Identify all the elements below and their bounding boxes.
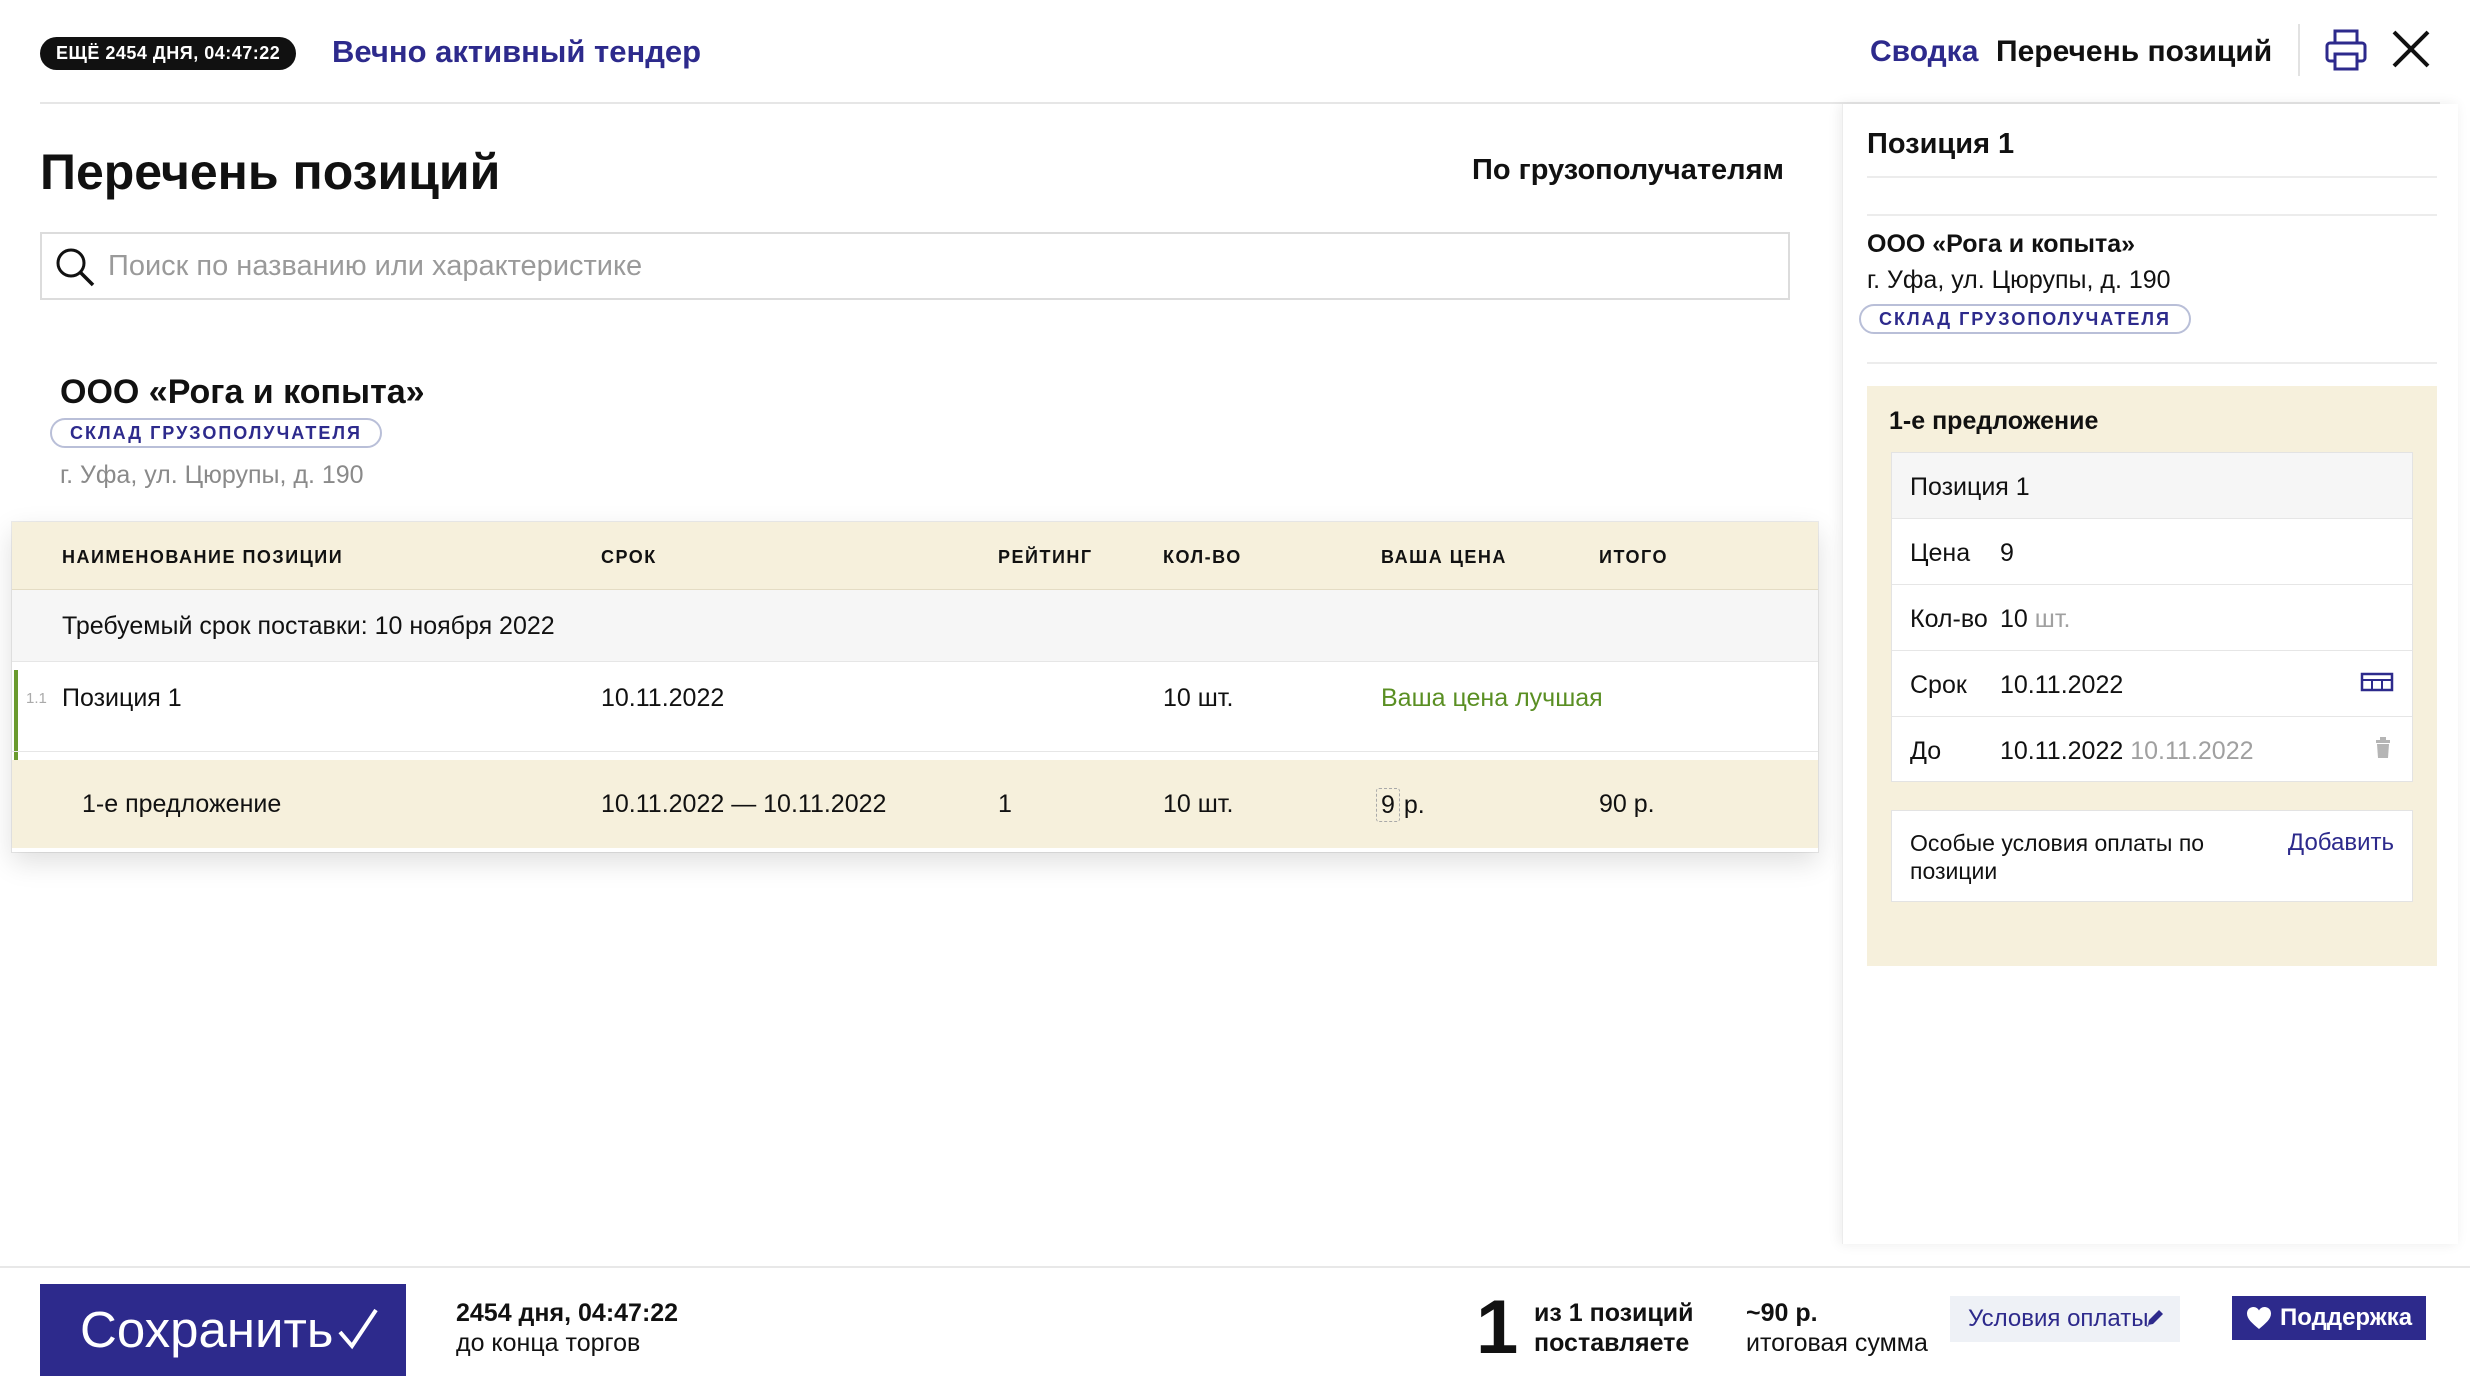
offer-price-unit: р. xyxy=(1403,791,1425,819)
consignee-name: ООО «Рога и копыта» xyxy=(60,373,425,411)
row-number: 1.1 xyxy=(26,690,47,707)
consignee-address: г. Уфа, ул. Цюрупы, д. 190 xyxy=(60,461,364,489)
top-bar: ЕЩЁ 2454 ДНЯ, 04:47:22 Вечно активный те… xyxy=(40,0,2440,104)
total-sum: ~90 р. xyxy=(1746,1299,1818,1327)
consignee-tag: СКЛАД ГРУЗОПОЛУЧАТЕЛЯ xyxy=(50,418,382,448)
qty-label: Кол-во xyxy=(1910,605,1988,633)
column-header-price: ВАША ЦЕНА xyxy=(1381,547,1507,567)
table-row-offer[interactable]: 1-е предложение 10.11.2022 — 10.11.2022 … xyxy=(12,760,1818,848)
add-payment-terms-link[interactable]: Добавить xyxy=(2288,829,2394,857)
offer-date-range: 10.11.2022 — 10.11.2022 xyxy=(601,790,887,818)
qty-unit: шт. xyxy=(2034,605,2071,633)
offer-price: 9 р. xyxy=(1376,788,1425,822)
total-sum-caption: итоговая сумма xyxy=(1746,1329,1928,1357)
offer-total: 90 р. xyxy=(1599,790,1655,818)
until-input[interactable]: 10.11.2022 xyxy=(2000,737,2123,765)
delivery-term-label: Требуемый срок поставки: 10 ноября 2022 xyxy=(62,612,555,640)
panel-consignee-name: ООО «Рога и копыта» xyxy=(1867,230,2136,258)
supplied-count-caption: поставляете xyxy=(1534,1329,1690,1357)
trash-icon[interactable] xyxy=(2374,737,2392,759)
column-header-name: НАИМЕНОВАНИЕ ПОЗИЦИИ xyxy=(62,547,344,567)
until-field[interactable]: До 10.11.2022 10.11.2022 xyxy=(1892,717,2412,783)
position-details-panel: Позиция 1 ООО «Рога и копыта» г. Уфа, ул… xyxy=(1842,104,2458,1244)
column-header-qty: КОЛ-ВО xyxy=(1163,547,1242,567)
delivery-section-row: Требуемый срок поставки: 10 ноября 2022 xyxy=(12,590,1818,662)
special-payment-terms: Особые условия оплаты по позиции Добавит… xyxy=(1891,810,2413,902)
term-field[interactable]: Срок 10.11.2022 xyxy=(1892,651,2412,717)
positions-table: НАИМЕНОВАНИЕ ПОЗИЦИИ СРОК РЕЙТИНГ КОЛ-ВО… xyxy=(12,522,1818,852)
best-price-note: Ваша цена лучшая xyxy=(1381,684,1603,712)
divider xyxy=(1867,176,2437,178)
price-field[interactable]: Цена 9 xyxy=(1892,519,2412,585)
offer-position-row: Позиция 1 xyxy=(1892,453,2412,519)
payment-terms-button[interactable]: Условия оплаты xyxy=(1950,1296,2180,1342)
divider xyxy=(2298,24,2300,76)
bottom-bar: Сохранить 2454 дня, 04:47:22 до конца то… xyxy=(0,1266,2470,1384)
offer-card-title: 1-е предложение xyxy=(1889,407,2099,435)
qty-field[interactable]: Кол-во 10 шт. xyxy=(1892,585,2412,651)
table-header: НАИМЕНОВАНИЕ ПОЗИЦИИ СРОК РЕЙТИНГ КОЛ-ВО… xyxy=(12,522,1818,590)
position-date: 10.11.2022 xyxy=(601,684,725,712)
nav-positions-tab[interactable]: Перечень позиций xyxy=(1996,32,2272,72)
until-value[interactable]: 10.11.2022 10.11.2022 xyxy=(2000,735,2254,767)
calendar-icon[interactable] xyxy=(2360,671,2394,693)
deadline-caption: до конца торгов xyxy=(456,1329,641,1357)
nav-summary-link[interactable]: Сводка xyxy=(1870,32,1978,72)
offer-name: 1-е предложение xyxy=(82,790,282,818)
supplied-count: 1 xyxy=(1476,1285,1519,1370)
save-button[interactable]: Сохранить xyxy=(40,1284,406,1376)
offer-card: 1-е предложение Позиция 1 Цена 9 Кол-во … xyxy=(1867,386,2437,966)
offer-price-input[interactable]: 9 xyxy=(1376,788,1400,822)
price-label: Цена xyxy=(1910,539,1971,567)
term-label: Срок xyxy=(1910,671,1967,699)
divider xyxy=(1867,214,2437,216)
heart-icon xyxy=(2247,1307,2271,1329)
group-by-consignee-toggle[interactable]: По грузополучателям xyxy=(1472,150,1784,190)
checkmark-icon xyxy=(338,1308,378,1350)
support-label: Поддержка xyxy=(2280,1304,2413,1331)
column-header-total: ИТОГО xyxy=(1599,547,1668,567)
save-button-label: Сохранить xyxy=(80,1301,334,1358)
search-icon xyxy=(56,248,95,287)
special-payment-label: Особые условия оплаты по позиции xyxy=(1910,830,2205,884)
column-header-term: СРОК xyxy=(601,547,657,567)
divider xyxy=(1867,362,2437,364)
pencil-icon xyxy=(2146,1310,2163,1327)
offer-rating: 1 xyxy=(998,790,1012,818)
close-icon[interactable] xyxy=(2388,26,2434,72)
position-qty: 10 шт. xyxy=(1163,684,1234,712)
qty-value[interactable]: 10 шт. xyxy=(2000,603,2070,635)
print-icon[interactable] xyxy=(2324,28,2368,72)
timer-badge: ЕЩЁ 2454 ДНЯ, 04:47:22 xyxy=(40,37,297,70)
search-input[interactable] xyxy=(108,244,1768,288)
until-label: До xyxy=(1910,737,1942,765)
panel-title: Позиция 1 xyxy=(1867,128,2015,160)
panel-consignee-tag: СКЛАД ГРУЗОПОЛУЧАТЕЛЯ xyxy=(1859,304,2191,334)
tender-title[interactable]: Вечно активный тендер xyxy=(332,32,701,72)
deadline-countdown: 2454 дня, 04:47:22 xyxy=(456,1299,679,1327)
support-button[interactable]: Поддержка xyxy=(2232,1296,2426,1340)
payment-terms-label: Условия оплаты xyxy=(1968,1305,2149,1332)
offer-fields: Позиция 1 Цена 9 Кол-во 10 шт. Срок 10.1… xyxy=(1891,452,2413,782)
column-header-rating: РЕЙТИНГ xyxy=(998,547,1093,567)
search-box[interactable] xyxy=(40,232,1790,300)
page-title: Перечень позиций xyxy=(40,144,501,200)
qty-input[interactable]: 10 xyxy=(2000,605,2028,633)
offer-position-name: Позиция 1 xyxy=(1910,473,2030,501)
supplied-count-label: из 1 позиций xyxy=(1534,1299,1694,1327)
table-row-position[interactable]: 1.1 Позиция 1 10.11.2022 10 шт. Ваша цен… xyxy=(12,662,1818,752)
offer-qty: 10 шт. xyxy=(1163,790,1234,818)
term-input[interactable]: 10.11.2022 xyxy=(2000,669,2123,701)
price-input[interactable]: 9 xyxy=(2000,537,2014,569)
panel-consignee-address: г. Уфа, ул. Цюрупы, д. 190 xyxy=(1867,266,2171,294)
until-hint: 10.11.2022 xyxy=(2130,737,2254,765)
position-name: Позиция 1 xyxy=(62,684,182,712)
